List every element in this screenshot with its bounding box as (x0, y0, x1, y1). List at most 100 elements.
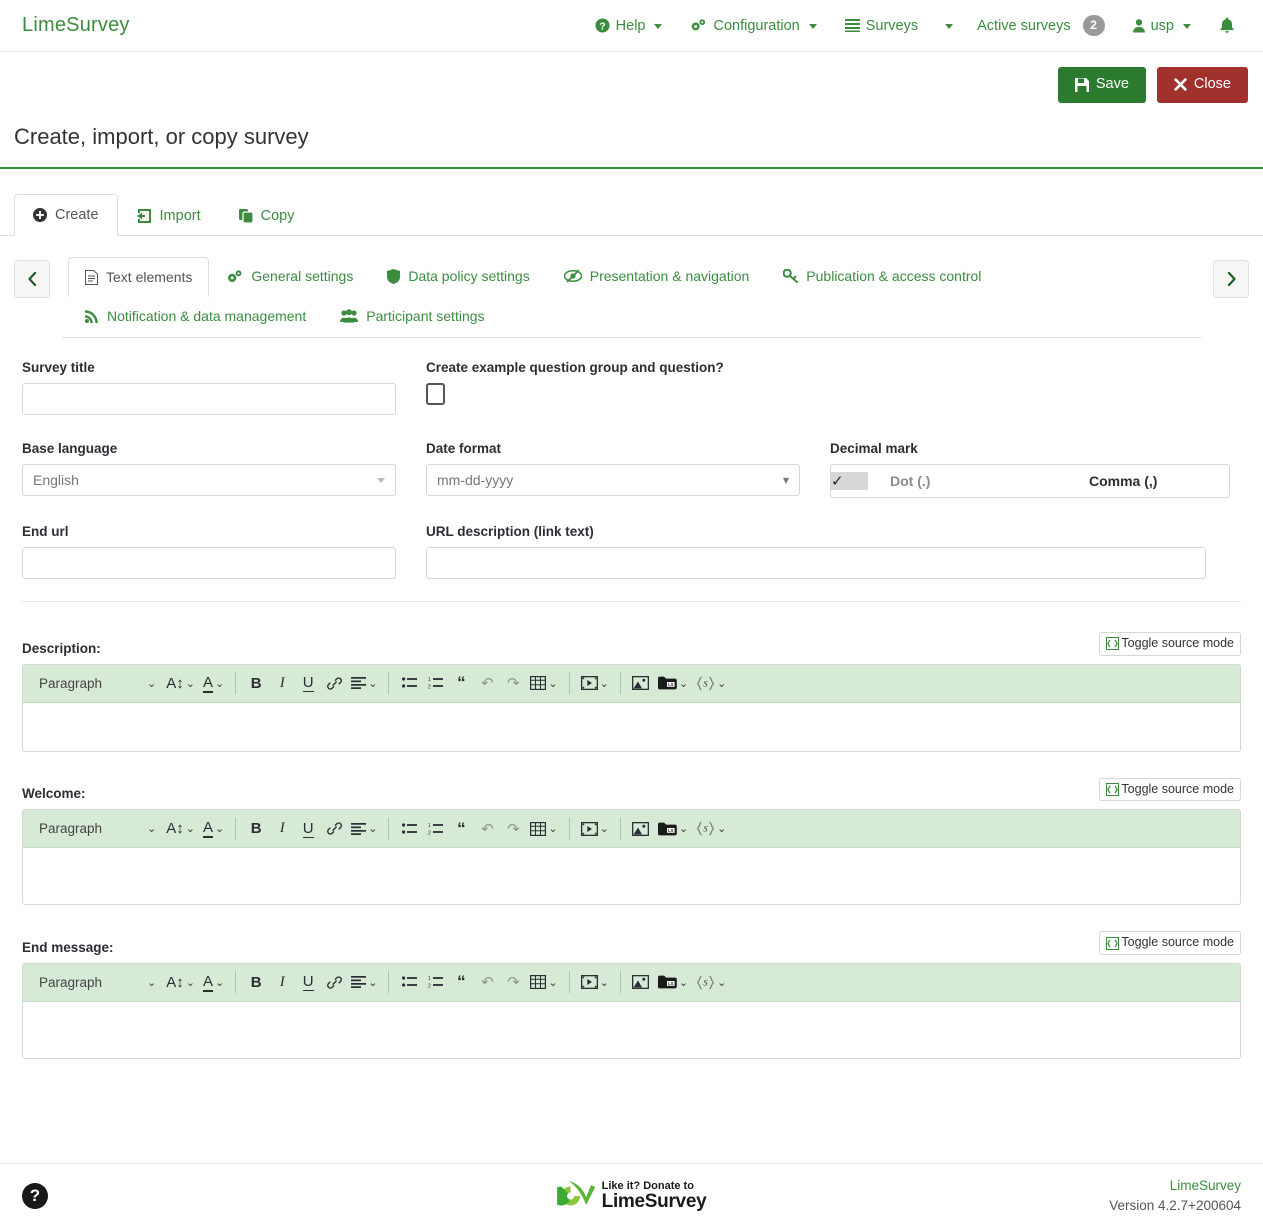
bold-icon[interactable]: B (243, 816, 269, 842)
align-icon[interactable]: ⌄ (347, 816, 381, 842)
toolbar-separator (235, 971, 237, 994)
font-size-icon[interactable]: A↕ ⌄ (162, 816, 199, 842)
base-language-select[interactable]: English (22, 464, 396, 496)
save-button[interactable]: Save (1057, 67, 1146, 103)
inner-tab-general-settings[interactable]: General settings (209, 256, 370, 296)
italic-icon[interactable]: I (269, 969, 295, 995)
link-icon[interactable] (321, 816, 347, 842)
numbered-list-icon[interactable]: 12 (422, 969, 448, 995)
table-icon[interactable]: ⌄ (526, 969, 561, 995)
url-description-input[interactable] (426, 547, 1206, 579)
date-format-select[interactable]: mm-dd-yyyy ▾ (426, 464, 800, 496)
redo-icon[interactable]: ↷ (500, 670, 526, 696)
align-icon[interactable]: ⌄ (347, 969, 381, 995)
numbered-list-icon[interactable]: 12 (422, 816, 448, 842)
italic-icon[interactable]: I (269, 670, 295, 696)
decimal-mark-option-comma[interactable]: Comma (,) (1030, 465, 1229, 497)
font-color-icon[interactable]: A ⌄ (199, 969, 228, 995)
media-icon[interactable]: ⌄ (577, 969, 613, 995)
brand-logo[interactable]: LimeSurvey (22, 14, 130, 37)
toggle-source-mode-button-end-message[interactable]: Toggle source mode (1099, 931, 1241, 955)
question-mark-icon[interactable]: ? (22, 1183, 48, 1209)
toggle-source-mode-button-description[interactable]: Toggle source mode (1099, 632, 1241, 656)
expression-icon[interactable]: S ⌄ (692, 816, 730, 842)
tabs-scroll-prev-button[interactable] (14, 260, 50, 298)
font-color-icon[interactable]: A ⌄ (199, 670, 228, 696)
image-icon[interactable] (628, 816, 654, 842)
editor-description-body[interactable] (23, 702, 1240, 751)
paragraph-style-dropdown[interactable]: Paragraph ⌄ (33, 821, 162, 836)
inner-tab-participant-settings[interactable]: Participant settings (323, 296, 501, 336)
example-question-checkbox[interactable] (426, 383, 445, 405)
media-icon[interactable]: ⌄ (577, 670, 613, 696)
expression-icon[interactable]: S ⌄ (692, 969, 730, 995)
nav-item-user[interactable]: usp (1119, 0, 1205, 52)
editor-welcome-body[interactable] (23, 848, 1240, 905)
inner-tab-text-elements[interactable]: Text elements (68, 257, 210, 297)
bullet-list-icon[interactable] (396, 816, 422, 842)
bullet-list-icon[interactable] (396, 969, 422, 995)
footer-product-link[interactable]: LimeSurvey (1109, 1176, 1241, 1196)
paragraph-style-dropdown[interactable]: Paragraph ⌄ (33, 676, 162, 691)
inner-tab-data-policy-settings[interactable]: Data policy settings (370, 256, 546, 296)
expression-icon[interactable]: S ⌄ (692, 670, 730, 696)
editor-end-message-body[interactable] (23, 1001, 1240, 1058)
form-row-title: Survey title Create example question gro… (22, 360, 1241, 415)
link-icon[interactable] (321, 969, 347, 995)
bullet-list-icon[interactable] (396, 670, 422, 696)
undo-icon[interactable]: ↶ (474, 816, 500, 842)
decimal-mark-option-dot[interactable]: ✓ Dot (.) (831, 465, 1030, 497)
align-icon[interactable]: ⌄ (347, 670, 381, 696)
chevron-down-icon (1183, 24, 1191, 29)
chevron-down-icon: ⌄ (548, 976, 558, 989)
numbered-list-icon[interactable]: 12 (422, 670, 448, 696)
tab-copy[interactable]: Copy (220, 195, 314, 236)
inner-tab-publication-access-control[interactable]: Publication & access control (766, 256, 998, 296)
toggle-source-mode-button-welcome[interactable]: Toggle source mode (1099, 777, 1241, 802)
survey-title-input[interactable] (22, 383, 396, 415)
media-icon[interactable]: ⌄ (577, 816, 613, 842)
tab-import[interactable]: Import (118, 195, 220, 236)
undo-icon[interactable]: ↶ (474, 670, 500, 696)
chevron-down-icon: ⌄ (214, 677, 225, 690)
redo-icon[interactable]: ↷ (500, 969, 526, 995)
inner-tab-section: Text elements General settings Data poli… (0, 236, 1263, 338)
blockquote-icon[interactable]: “ (448, 969, 474, 995)
end-url-input[interactable] (22, 547, 396, 579)
font-color-icon[interactable]: A ⌄ (199, 816, 228, 842)
underline-icon[interactable]: U (295, 969, 321, 995)
tab-create[interactable]: Create (14, 194, 118, 236)
bold-icon[interactable]: B (243, 670, 269, 696)
bell-icon[interactable] (1205, 17, 1245, 34)
underline-icon[interactable]: U (295, 816, 321, 842)
inner-tab-presentation-navigation[interactable]: Presentation & navigation (547, 256, 767, 296)
font-size-icon[interactable]: A↕ ⌄ (162, 670, 199, 696)
close-button[interactable]: Close (1156, 67, 1248, 103)
table-icon[interactable]: ⌄ (526, 816, 561, 842)
limesurvey-files-icon[interactable]: LS ⌄ (654, 969, 692, 995)
underline-icon[interactable]: U (295, 670, 321, 696)
image-icon[interactable] (628, 670, 654, 696)
inner-tab-notification-data-management[interactable]: Notification & data management (68, 296, 323, 336)
redo-icon[interactable]: ↷ (500, 816, 526, 842)
table-icon[interactable]: ⌄ (526, 670, 561, 696)
nav-item-surveys[interactable]: Surveys (831, 0, 932, 52)
italic-icon[interactable]: I (269, 816, 295, 842)
nav-item-active-surveys[interactable]: Active surveys 2 (963, 0, 1118, 52)
image-icon[interactable] (628, 969, 654, 995)
paragraph-style-dropdown[interactable]: Paragraph ⌄ (33, 975, 162, 990)
limesurvey-files-icon[interactable]: LS ⌄ (654, 670, 692, 696)
blockquote-icon[interactable]: “ (448, 670, 474, 696)
tabs-scroll-next-button[interactable] (1213, 260, 1249, 298)
limesurvey-files-icon[interactable]: LS ⌄ (654, 816, 692, 842)
blockquote-icon[interactable]: “ (448, 816, 474, 842)
nav-item-help[interactable]: ? Help (581, 0, 677, 52)
undo-icon[interactable]: ↶ (474, 969, 500, 995)
font-size-icon[interactable]: A↕ ⌄ (162, 969, 199, 995)
donate-banner[interactable]: Like it? Donate to LimeSurvey (556, 1177, 707, 1215)
surveys-dropdown-toggle[interactable] (932, 0, 963, 52)
link-icon[interactable] (321, 670, 347, 696)
bold-icon[interactable]: B (243, 969, 269, 995)
nav-item-configuration[interactable]: Configuration (676, 0, 830, 52)
plus-circle-icon (33, 208, 47, 222)
